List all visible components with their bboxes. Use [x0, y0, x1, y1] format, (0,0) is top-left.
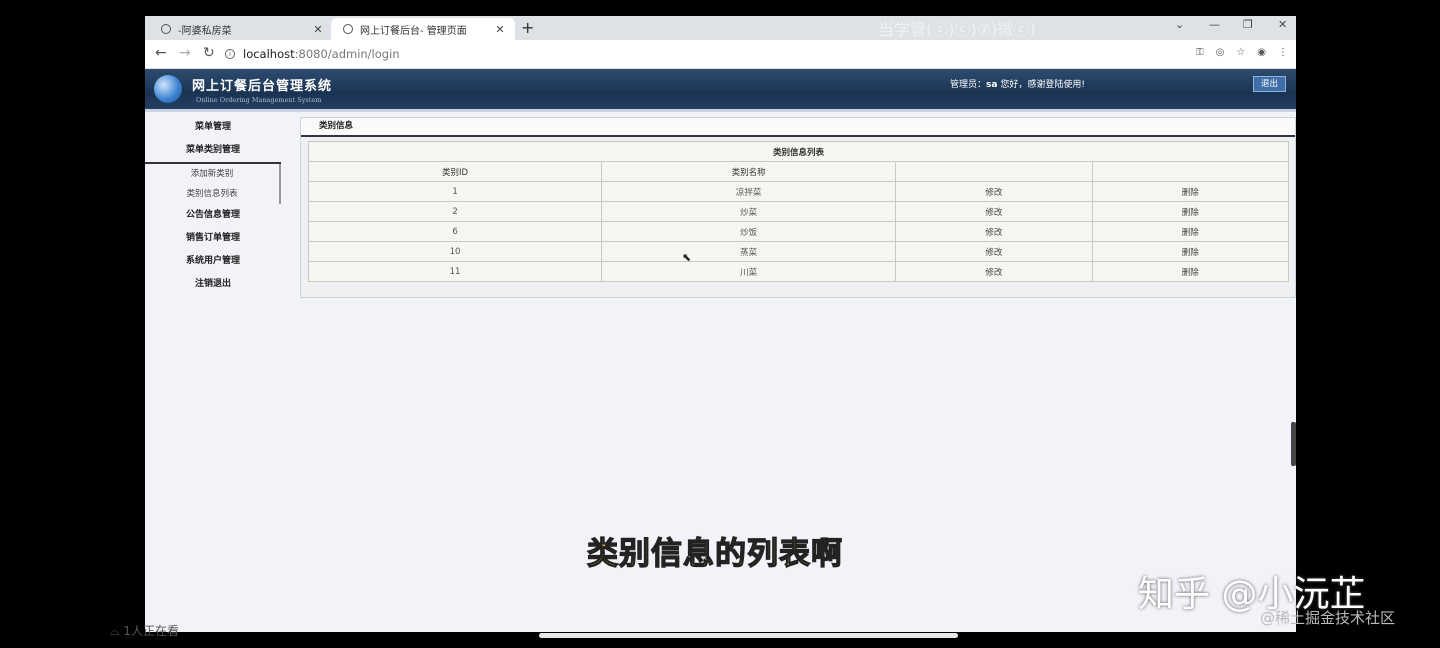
greeting: 管理员：sa 您好，感谢登陆使用! [950, 77, 1085, 90]
viewers-icon: ⌓ [110, 624, 124, 638]
logo-icon [154, 75, 182, 103]
submenu-category-list[interactable]: 类别信息列表 [145, 184, 279, 204]
new-tab-button[interactable]: + [521, 18, 534, 37]
tab-close-icon[interactable]: ✕ [493, 23, 507, 36]
url-host: localhost [243, 47, 295, 61]
cell-id: 11 [307, 261, 603, 282]
translate-icon[interactable]: ◎ [1216, 47, 1225, 58]
column-header-id: 类别ID [307, 161, 603, 182]
cell-name: 凉拌菜 [601, 181, 897, 202]
sidebar-item-orders[interactable]: 销售订单管理 [145, 227, 281, 250]
tab-admin[interactable]: 网上订餐后台- 管理页面 ✕ [331, 18, 515, 40]
table-row: 1 凉拌菜 修改 删除 [307, 181, 1290, 202]
globe-icon [343, 24, 353, 34]
category-panel: 类别信息 类别信息列表 类别ID 类别名称 1 凉拌菜 修改 删除 2 炒菜 修… [300, 117, 1296, 298]
sidebar-item-menu[interactable]: 菜单管理 [145, 116, 281, 139]
overlay-watermark: 当学管(ⓒ)ⓒ)⑦)微ⓒ) [878, 20, 1036, 39]
greeting-prefix: 管理员： [950, 80, 987, 90]
profile-icon[interactable]: ◉ [1257, 47, 1266, 58]
forward-arrow-icon[interactable]: → [179, 45, 191, 61]
sidebar-item-logout[interactable]: 注销退出 [145, 273, 281, 296]
viewer-count-text: 1人正在看 [123, 624, 179, 638]
sidebar-item-notice[interactable]: 公告信息管理 [145, 204, 281, 227]
table-row: 2 炒菜 修改 删除 [307, 201, 1290, 222]
juejin-watermark: @稀土掘金技术社区 [1260, 609, 1396, 627]
column-header-name: 类别名称 [601, 161, 897, 182]
tab-search-icon[interactable]: ⌄ [1175, 18, 1184, 31]
tab-strip: -阿婆私房菜 ✕ 网上订餐后台- 管理页面 ✕ + ⌄ — ❐ ✕ [145, 16, 1296, 40]
cell-id: 6 [307, 221, 603, 242]
tab-title: 网上订餐后台- 管理页面 [360, 25, 467, 37]
cell-name: 川菜 [601, 261, 897, 282]
video-subtitle: 类别信息的列表啊 [586, 535, 843, 572]
app-header: 网上订餐后台管理系统 Online Ordering Management Sy… [145, 69, 1296, 109]
tab-title: -阿婆私房菜 [178, 25, 232, 37]
menu-dots-icon[interactable]: ⋮ [1278, 47, 1288, 58]
minimize-button[interactable]: — [1209, 18, 1220, 31]
key-icon[interactable]: ⚿ [1196, 47, 1204, 58]
cell-name: 炒菜 [601, 201, 897, 222]
category-table: 类别信息列表 类别ID 类别名称 1 凉拌菜 修改 删除 2 炒菜 修改 删除 [307, 141, 1290, 282]
delete-link[interactable]: 删除 [1091, 181, 1290, 202]
edit-link[interactable]: 修改 [895, 201, 1093, 222]
header-divider [145, 109, 1296, 112]
toolbar-icons: ⚿ ◎ ☆ ◉ ⋮ [1196, 47, 1288, 58]
sidebar-item-category[interactable]: 菜单类别管理 [145, 139, 281, 164]
column-header-edit [895, 161, 1093, 182]
url-path: :8080/admin/login [294, 47, 400, 61]
delete-link[interactable]: 删除 [1091, 201, 1290, 222]
tab-restaurant[interactable]: -阿婆私房菜 ✕ [149, 18, 333, 40]
mouse-cursor-icon: ⬉ [682, 251, 692, 264]
edit-link[interactable]: 修改 [895, 241, 1093, 262]
system-subtitle: Online Ordering Management System [196, 96, 322, 104]
delete-link[interactable]: 删除 [1091, 261, 1290, 282]
table-row: 6 炒饭 修改 删除 [307, 221, 1290, 242]
sidebar: 菜单管理 菜单类别管理 添加新类别 类别信息列表 公告信息管理 销售订单管理 系… [145, 116, 281, 296]
star-icon[interactable]: ☆ [1236, 47, 1245, 58]
edit-link[interactable]: 修改 [895, 221, 1093, 242]
cell-name: 蒸菜 [601, 241, 897, 262]
table-row: 11 川菜 修改 删除 [307, 261, 1290, 282]
cell-name: 炒饭 [601, 221, 897, 242]
category-submenu: 添加新类别 类别信息列表 [145, 164, 281, 204]
scrollbar-thumb[interactable] [1291, 422, 1296, 466]
sidebar-item-users[interactable]: 系统用户管理 [145, 250, 281, 273]
tab-close-icon[interactable]: ✕ [311, 23, 325, 36]
table-caption: 类别信息列表 [308, 141, 1289, 162]
panel-title: 类别信息 [301, 118, 1295, 137]
maximize-button[interactable]: ❐ [1243, 18, 1253, 31]
admin-name: sa [986, 80, 998, 90]
reload-icon[interactable]: ↻ [203, 45, 215, 61]
edit-link[interactable]: 修改 [895, 181, 1093, 202]
greeting-suffix: 您好，感谢登陆使用! [997, 80, 1085, 90]
submenu-add-category[interactable]: 添加新类别 [145, 164, 279, 184]
info-icon[interactable]: i [225, 49, 235, 59]
close-window-button[interactable]: ✕ [1278, 18, 1287, 31]
viewer-count: ⌓ 1人正在看 [110, 622, 179, 639]
delete-link[interactable]: 删除 [1091, 241, 1290, 262]
home-indicator[interactable] [539, 633, 958, 638]
system-title: 网上订餐后台管理系统 [192, 79, 333, 94]
table-row: 10 蒸菜 修改 删除 [307, 241, 1290, 262]
delete-link[interactable]: 删除 [1091, 221, 1290, 242]
back-arrow-icon[interactable]: ← [155, 45, 167, 61]
column-header-delete [1091, 161, 1290, 182]
url-field[interactable]: i localhost:8080/admin/login [225, 43, 985, 65]
logout-button[interactable]: 退出 [1253, 76, 1286, 92]
globe-icon [161, 24, 171, 34]
cell-id: 1 [307, 181, 603, 202]
cell-id: 10 [307, 241, 603, 262]
edit-link[interactable]: 修改 [895, 261, 1093, 282]
address-bar: ← → ↻ i localhost:8080/admin/login ⚿ ◎ ☆… [145, 40, 1296, 69]
cell-id: 2 [307, 201, 603, 222]
